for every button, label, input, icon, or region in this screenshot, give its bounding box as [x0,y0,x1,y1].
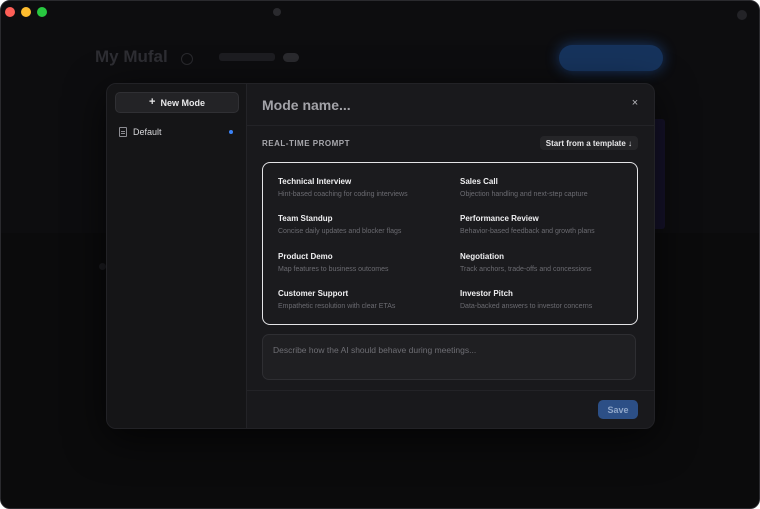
minimize-window-button[interactable] [21,7,31,17]
template-description: Track anchors, trade-offs and concession… [460,266,592,273]
template-name: Sales Call [460,177,498,186]
save-button[interactable]: Save [598,400,638,419]
new-mode-label: New Mode [160,97,205,108]
template-description: Map features to business outcomes [278,266,389,273]
mode-name-input[interactable]: Mode name... [262,97,351,113]
settings-icon[interactable] [737,10,747,20]
close-icon[interactable]: × [630,98,640,109]
template-customer-support[interactable]: Customer Support Empathetic resolution w… [278,289,448,315]
template-name: Customer Support [278,289,349,298]
template-description: Empathetic resolution with clear ETAs [278,303,396,310]
mode-editor-modal: + New Mode Default Mode name... × REAL-T… [106,83,655,429]
top-search-bar[interactable] [273,7,393,21]
template-description: Objection handling and next-step capture [460,191,588,198]
template-name: Technical Interview [278,177,352,186]
template-name: Team Standup [278,214,333,223]
template-investor-pitch[interactable]: Investor Pitch Data-backed answers to in… [460,289,630,315]
footer-divider [247,390,654,391]
header-divider [247,125,654,126]
toggle-label [219,53,275,61]
start-from-template-button[interactable]: Start from a template ↓ [539,136,638,150]
template-description: Behavior-based feedback and growth plans [460,228,595,235]
document-icon [119,127,127,137]
page-title: My Mufal [95,47,168,66]
template-description: Data-backed answers to investor concerns [460,303,593,310]
start-button[interactable] [559,45,663,71]
background-nav-icon [99,263,106,270]
template-name: Investor Pitch [460,289,513,298]
modes-sidebar: + New Mode Default [107,84,247,428]
template-description: Concise daily updates and blocker flags [278,228,402,235]
template-name: Product Demo [278,252,333,261]
template-product-demo[interactable]: Product Demo Map features to business ou… [278,252,448,278]
window-controls [5,7,47,17]
active-indicator-icon [229,130,233,134]
template-negotiation[interactable]: Negotiation Track anchors, trade-offs an… [460,252,630,278]
new-mode-button[interactable]: + New Mode [115,92,239,113]
app-window: My Mufal + New Mode Default Mode name...… [0,0,760,509]
sidebar-item-default[interactable]: Default [119,125,237,139]
plus-icon: + [149,96,156,108]
template-sales-call[interactable]: Sales Call Objection handling and next-s… [460,177,630,203]
template-technical-interview[interactable]: Technical Interview Hint-based coaching … [278,177,448,203]
maximize-window-button[interactable] [37,7,47,17]
section-label: REAL-TIME PROMPT [262,139,350,148]
close-window-button[interactable] [5,7,15,17]
template-name: Negotiation [460,252,504,261]
template-team-standup[interactable]: Team Standup Concise daily updates and b… [278,214,448,240]
sidebar-item-label: Default [133,127,162,137]
search-icon [273,8,281,17]
template-description: Hint-based coaching for coding interview… [278,191,408,198]
template-dropdown: Technical Interview Hint-based coaching … [262,162,638,325]
template-performance-review[interactable]: Performance Review Behavior-based feedba… [460,214,630,240]
template-name: Performance Review [460,214,539,223]
toggle-switch[interactable] [283,53,299,62]
gear-icon[interactable] [181,53,193,65]
prompt-textarea[interactable] [262,334,636,380]
mode-editor-main: Mode name... × REAL-TIME PROMPT Start fr… [247,84,654,428]
